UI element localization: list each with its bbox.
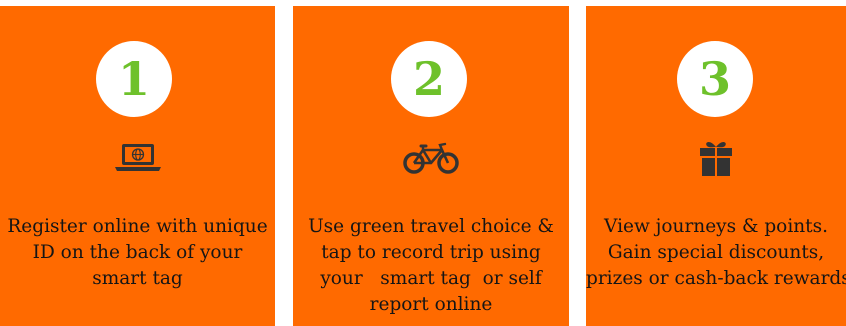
bicycle-icon	[399, 138, 463, 178]
gift-icon	[691, 138, 741, 178]
step-number: 3	[698, 52, 731, 106]
step-number: 2	[412, 52, 445, 106]
step-number-badge: 3	[677, 41, 753, 117]
step-number: 1	[117, 52, 150, 106]
step-number-badge: 2	[391, 41, 467, 117]
step-3-panel: 3 View journeys & points. Gain special d…	[586, 6, 846, 326]
step-number-badge: 1	[96, 41, 172, 117]
step-description: View journeys & points. Gain special dis…	[586, 216, 846, 289]
step-1-panel: 1 Register online with unique ID on the …	[0, 6, 275, 326]
laptop-globe-icon	[107, 138, 169, 178]
step-2-panel: 2 Use green travel choice & tap to recor…	[293, 6, 569, 326]
step-description: Use green travel choice & tap to record …	[308, 216, 554, 315]
step-description: Register online with unique ID on the ba…	[7, 216, 268, 289]
